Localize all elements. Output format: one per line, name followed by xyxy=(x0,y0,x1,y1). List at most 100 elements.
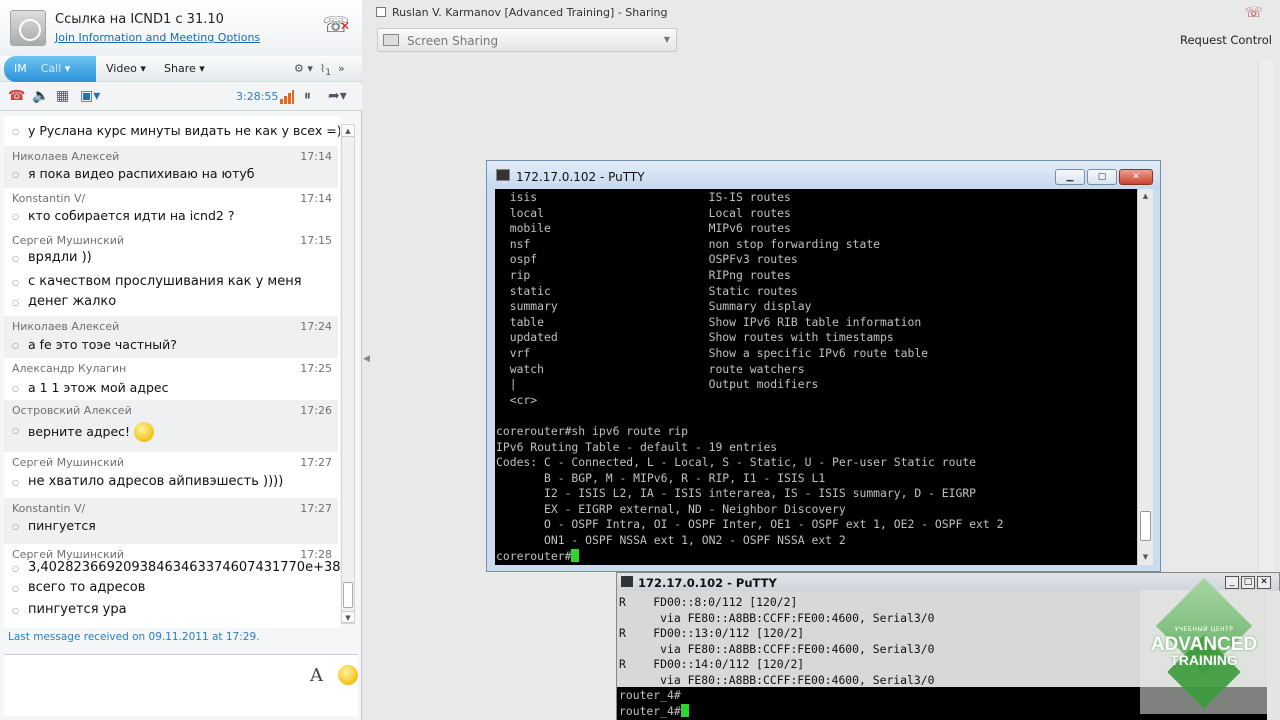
tab-video-label: Video xyxy=(106,62,137,75)
putty-titlebar[interactable]: 172.17.0.102 - PuTTY _ □ ✕ xyxy=(617,573,1279,591)
tab-share[interactable]: Share ▾ xyxy=(154,56,215,82)
tab-video[interactable]: Video ▾ xyxy=(96,56,156,82)
scroll-down-arrow-icon[interactable]: ▼ xyxy=(342,611,354,623)
presenter-checkbox[interactable] xyxy=(376,7,386,17)
message-sender: Сергей Мушинский xyxy=(12,456,125,469)
message-line: у Руслана курс минуты видать не как у вс… xyxy=(12,123,340,138)
putty-icon xyxy=(496,169,510,181)
sharing-mode-dropdown[interactable]: Screen Sharing ▼ xyxy=(377,28,677,52)
scroll-down-arrow-icon[interactable]: ▼ xyxy=(1138,550,1153,565)
message-time: 17:24 xyxy=(300,320,332,333)
terminal-prompt: corerouter# xyxy=(496,548,572,563)
terminal-scrollbar[interactable]: ▲ ▼ xyxy=(1137,189,1153,565)
message-line: верните адрес! xyxy=(12,422,155,442)
message-line: 3,40282366920938463463374607431770e+38 xyxy=(12,560,340,575)
modality-bar: IM Call ▾ Video ▾ Share ▾ ⚙ ▾ ⌇1 » xyxy=(0,56,362,82)
logo-text-small: УЧЕБНЫЙ ЦЕНТР xyxy=(1174,626,1234,633)
terminal-prompt-area: router_4# router_4# xyxy=(619,687,689,719)
list-item: Островский Алексей 17:26 верните адрес! xyxy=(4,400,338,452)
request-control-button[interactable]: Request Control xyxy=(1180,33,1272,47)
font-button[interactable]: A xyxy=(310,665,323,686)
message-line-continued: всего то адресов xyxy=(12,580,145,595)
putty-title: 172.17.0.102 - PuTTY xyxy=(638,576,777,590)
join-info-link[interactable]: Join Information and Meeting Options xyxy=(55,31,260,44)
maximize-button[interactable]: ▢ xyxy=(1087,169,1117,185)
putty-icon xyxy=(621,576,633,587)
screen-icon xyxy=(383,34,399,46)
end-call-icon[interactable]: ☏ ✕ xyxy=(322,12,350,40)
close-button[interactable]: ✕ xyxy=(1257,576,1271,589)
message-sender: Сергей Мушинский xyxy=(12,234,125,247)
scroll-thumb[interactable] xyxy=(343,582,353,608)
chat-scrollbar[interactable]: ▲ ▼ xyxy=(341,124,355,624)
message-line: пингуется ура xyxy=(12,602,127,617)
tab-call-label[interactable]: Call xyxy=(41,62,62,75)
logo-text-training: TRAINING xyxy=(1170,652,1238,668)
message-sender: Островский Алексей xyxy=(12,404,132,417)
tab-im[interactable]: IM Call ▾ xyxy=(4,56,96,82)
message-time: 17:15 xyxy=(300,234,332,247)
message-sender: Konstantin V/ xyxy=(12,192,86,205)
people-options-icon[interactable]: ⚙ ▾ ⌇1 xyxy=(284,56,341,82)
list-item: Konstantin V/ 17:27 пингуется xyxy=(4,498,338,544)
last-message-status: Last message received on 09.11.2011 at 1… xyxy=(8,631,260,643)
conversation-window: Ссылка на ICND1 с 31.10 Join Information… xyxy=(0,0,362,720)
list-item: Сергей Мушинский 17:15 врядли )) с качес… xyxy=(4,230,338,316)
message-sender: Konstantin V/ xyxy=(12,502,86,515)
message-line: я пока видео распихиваю на ютуб xyxy=(12,166,254,181)
scroll-thumb[interactable] xyxy=(1140,511,1151,541)
minimize-button[interactable]: ▁ xyxy=(1055,169,1085,185)
list-item: Konstantin V/ 17:14 кто собирается идти … xyxy=(4,188,338,230)
message-time: 17:26 xyxy=(300,404,332,417)
presenter-label: Ruslan V. Karmanov [Advanced Training] -… xyxy=(392,6,668,19)
list-item: Александр Кулагин 17:25 а 1 1 этож мой а… xyxy=(4,358,338,400)
maximize-button[interactable]: □ xyxy=(1241,576,1255,589)
terminal-text: isis IS-IS routes local Local routes mob… xyxy=(496,190,1004,563)
scroll-up-arrow-icon[interactable]: ▲ xyxy=(1138,189,1153,204)
message-sender: Николаев Алексей xyxy=(12,150,120,163)
message-time: 17:14 xyxy=(300,192,332,205)
scroll-up-arrow-icon[interactable]: ▲ xyxy=(342,125,354,137)
list-item: Николаев Алексей 17:24 а fe это тоэе час… xyxy=(4,316,338,358)
putty-window-main: 172.17.0.102 - PuTTY ▁ ▢ ✕ isis IS-IS ro… xyxy=(486,160,1161,572)
meeting-title: Ссылка на ICND1 с 31.10 xyxy=(55,12,224,27)
message-sender: Александр Кулагин xyxy=(12,362,127,375)
call-timer: 3:28:55 xyxy=(236,90,279,103)
terminal-prompt: router_4# xyxy=(619,704,681,718)
message-line: врядли )) xyxy=(12,250,92,265)
list-item: Сергей Мушинский 17:27 не хватило адресо… xyxy=(4,452,338,498)
expand-icon[interactable]: » xyxy=(338,56,345,82)
close-button[interactable]: ✕ xyxy=(1119,169,1153,185)
transfer-icon[interactable]: ➦▾ xyxy=(328,88,347,104)
putty-titlebar[interactable]: 172.17.0.102 - PuTTY ▁ ▢ ✕ xyxy=(487,161,1160,189)
tab-im-label: IM xyxy=(14,62,27,75)
speaker-icon[interactable]: 🔈 xyxy=(32,88,49,104)
minimize-button[interactable]: _ xyxy=(1225,576,1239,589)
attachments-count: 1 xyxy=(325,67,332,79)
stop-sharing-icon[interactable]: ☏ xyxy=(1245,5,1263,21)
collapse-panel-icon[interactable]: ◀ xyxy=(363,354,370,364)
putty-title: 172.17.0.102 - PuTTY xyxy=(516,170,645,184)
hold-icon[interactable]: ⏸ xyxy=(304,88,311,104)
terminal-prompt-line: router_4# xyxy=(619,688,681,702)
smiley-emoticon-icon xyxy=(134,422,155,442)
terminal-cursor xyxy=(571,548,580,562)
avatar xyxy=(10,10,46,46)
emoticon-picker-icon[interactable] xyxy=(338,665,358,685)
chevron-down-icon: ▼ xyxy=(663,35,670,44)
devices-icon[interactable]: ▣▾ xyxy=(80,88,100,104)
terminal-text: R FD00::8:0/112 [120/2] via FE80::A8BB:C… xyxy=(619,595,935,687)
message-input[interactable]: A xyxy=(4,654,358,716)
signal-bars-icon xyxy=(280,90,294,104)
message-time: 17:25 xyxy=(300,362,332,375)
dialpad-icon[interactable]: ▦ xyxy=(56,88,69,104)
terminal-output[interactable]: isis IS-IS routes local Local routes mob… xyxy=(495,189,1137,565)
list-item: у Руслана курс минуты видать не как у вс… xyxy=(4,116,340,146)
message-sender: Николаев Алексей xyxy=(12,320,120,333)
list-item: Николаев Алексей 17:14 я пока видео расп… xyxy=(4,146,338,188)
message-line: а 1 1 этож мой адрес xyxy=(12,380,169,395)
hangup-icon[interactable]: ☎ xyxy=(8,88,25,104)
terminal-scrollbar[interactable] xyxy=(1267,591,1280,720)
list-item: Сергей Мушинский 17:28 3,402823669209384… xyxy=(4,544,340,628)
message-line: не хватило адресов айпивэшесть )))) xyxy=(12,474,283,489)
